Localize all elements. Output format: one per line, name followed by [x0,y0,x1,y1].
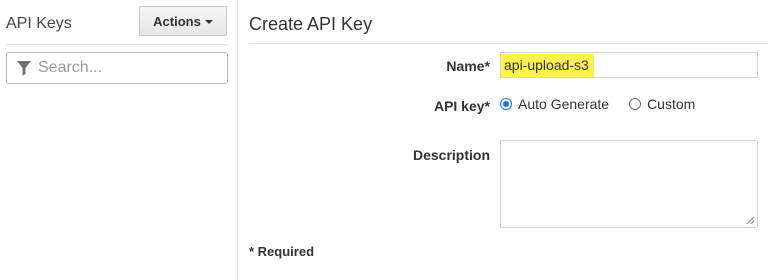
search-box[interactable] [6,52,228,84]
apikey-label: API key* [433,98,490,114]
page-title: Create API Key [249,14,373,34]
radio-auto-generate[interactable]: Auto Generate [500,96,609,112]
radio-auto-generate-label: Auto Generate [518,96,610,112]
apikey-radio-group: Auto Generate Custom [500,96,695,112]
main-panel: Create API Key Name* api-upload-s3 API k… [238,0,768,280]
actions-button[interactable]: Actions [139,6,227,36]
sidebar-title: API Keys [6,15,72,32]
name-label: Name* [446,58,490,74]
search-input[interactable] [38,59,208,77]
radio-custom[interactable]: Custom [629,96,695,112]
description-label: Description [412,147,490,163]
app-root: API Keys Actions Create API Key Name* ap… [0,0,768,280]
sidebar: API Keys Actions [0,0,238,280]
filter-icon [17,61,31,76]
resize-grip-icon[interactable] [746,216,755,225]
caret-down-icon [204,20,213,24]
radio-custom-label: Custom [647,96,696,112]
description-textarea[interactable] [500,140,758,228]
radio-checked-icon[interactable] [500,98,512,110]
radio-unchecked-icon[interactable] [629,98,642,110]
required-note: * Required [249,244,315,259]
title-divider [249,43,768,44]
name-input[interactable]: api-upload-s3 [500,52,758,78]
sidebar-divider [6,44,228,45]
name-input-value: api-upload-s3 [501,53,594,77]
actions-button-label: Actions [153,13,201,29]
